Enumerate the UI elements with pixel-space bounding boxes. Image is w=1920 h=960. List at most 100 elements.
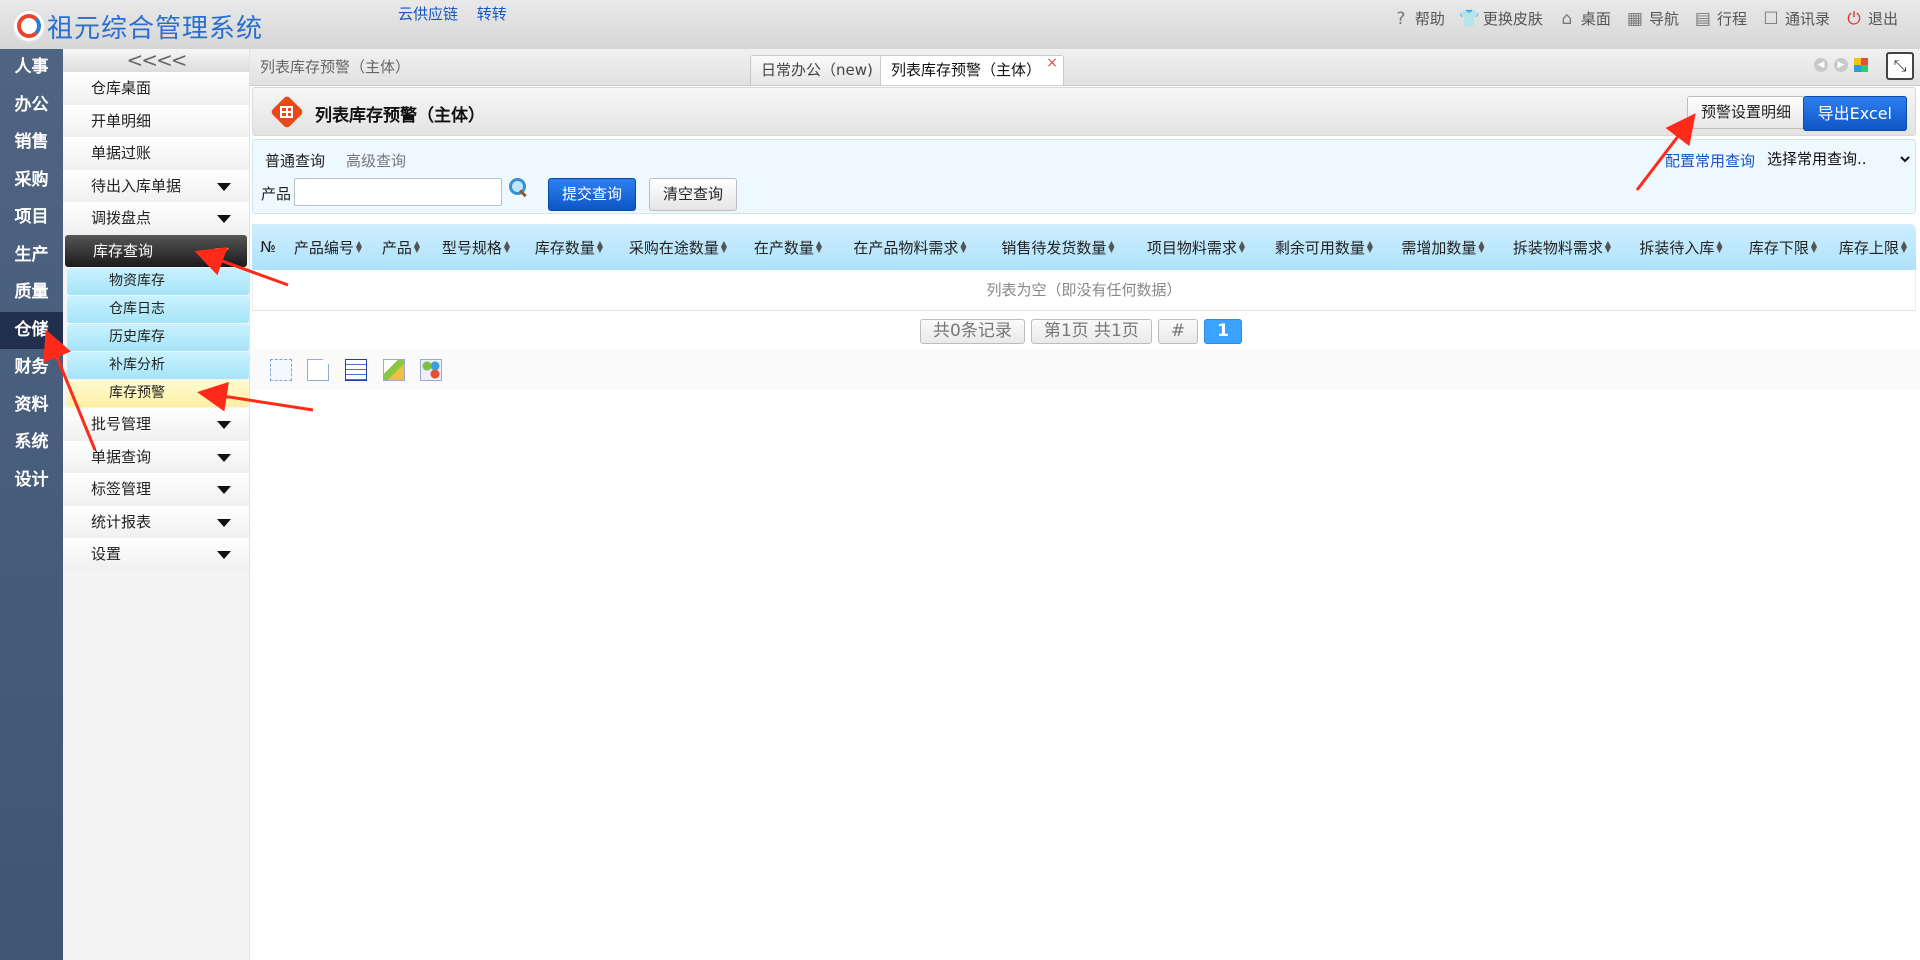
top-menu-nav[interactable]: ▦ 导航 [1625,8,1679,29]
menu-item-order-details[interactable]: 开单明细 [63,104,249,137]
tab-list-icon[interactable] [1854,58,1868,72]
export-excel-button[interactable]: 导出Excel [1802,96,1907,131]
menu-item-label: 设置 [91,545,122,563]
column-header[interactable]: 型号规格 ▲ ▼ [430,237,522,258]
column-header[interactable]: 产品 ▲ ▼ [372,237,430,258]
top-links: 云供应链 转转 [398,3,521,24]
category-system[interactable]: 系统 [0,424,63,462]
power-icon: ⏻ [1847,8,1861,29]
puzzle-icon[interactable] [420,359,442,381]
menu-item-pending-io[interactable]: 待出入库单据 [63,169,249,202]
menu-group-stock-query[interactable]: 库存查询 [65,234,247,267]
column-header[interactable]: 剩余可用数量 ▲ ▼ [1260,237,1388,258]
column-header[interactable]: № [252,238,284,256]
sort-icon: ▲ ▼ [1478,239,1485,254]
tab-daily-office[interactable]: 日常办公（new) [750,55,884,85]
calendar-grid-icon[interactable] [345,359,367,381]
menu-item-batch[interactable]: 批号管理 [63,408,249,441]
submenu-item-stock-alert[interactable]: 库存预警 [67,380,249,407]
chevron-down-icon [217,453,231,462]
top-menu-logout[interactable]: ⏻ 退出 [1844,8,1898,29]
top-menu-skin[interactable]: 👕 更换皮肤 [1459,8,1543,29]
close-icon[interactable]: × [1046,49,1058,78]
category-purchase[interactable]: 采购 [0,162,63,200]
column-header[interactable]: 产品编号 ▲ ▼ [284,237,372,258]
chevron-down-icon [215,247,229,256]
config-common-query-link[interactable]: 配置常用查询 [1665,150,1755,171]
pager-records: 共0条记录 [920,319,1025,344]
column-header-label: № [260,238,276,256]
menu-item-label: 调拨盘点 [91,209,152,227]
submenu-item-replenish-analysis[interactable]: 补库分析 [67,352,249,379]
clear-query-button[interactable]: 清空查询 [649,178,738,211]
pager-jump-button[interactable]: # [1157,319,1199,344]
fullscreen-icon[interactable]: ⤡ [1886,52,1914,80]
column-header[interactable]: 采购在途数量 ▲ ▼ [616,237,740,258]
column-header[interactable]: 拆装物料需求 ▲ ▼ [1498,237,1626,258]
common-query-select[interactable]: 选择常用查询.. [1763,146,1913,172]
category-design[interactable]: 设计 [0,462,63,500]
menu-item-labels[interactable]: 标签管理 [63,473,249,506]
submenu-item-history-stock[interactable]: 历史库存 [67,324,249,351]
menu-item-reports[interactable]: 统计报表 [63,505,249,538]
column-header[interactable]: 库存上限 ▲ ▼ [1830,237,1916,258]
category-project[interactable]: 项目 [0,199,63,237]
collapse-menu-button[interactable]: <<<< [63,49,249,72]
top-menu-desktop[interactable]: ⌂ 桌面 [1557,8,1611,29]
tab-stock-alert[interactable]: 列表库存预警（主体） × [880,55,1065,85]
chevron-down-icon [217,486,231,494]
category-data[interactable]: 资料 [0,387,63,425]
top-menu-schedule[interactable]: ▤ 行程 [1693,8,1747,29]
top-menu-label: 导航 [1648,10,1679,28]
product-input[interactable] [294,178,502,206]
top-menu-help[interactable]: ? 帮助 [1391,8,1445,29]
column-header[interactable]: 项目物料需求 ▲ ▼ [1132,237,1260,258]
column-header[interactable]: 拆装待入库 ▲ ▼ [1626,237,1736,258]
column-header[interactable]: 库存下限 ▲ ▼ [1736,237,1830,258]
category-office[interactable]: 办公 [0,87,63,125]
column-header[interactable]: 需增加数量 ▲ ▼ [1388,237,1498,258]
help-icon: ? [1396,8,1406,29]
category-sidebar: 人事 办公 销售 采购 项目 生产 质量 仓储 财务 资料 系统 设计 [0,49,63,960]
tab-advanced-query[interactable]: 高级查询 [346,150,406,171]
top-menu-label: 更换皮肤 [1482,10,1543,28]
top-link-zhuanzhuan[interactable]: 转转 [477,5,507,23]
column-header[interactable]: 在产数量 ▲ ▼ [740,237,836,258]
menu-item-label: 批号管理 [91,415,152,433]
category-quality[interactable]: 质量 [0,274,63,312]
sort-icon: ▲ ▼ [1810,239,1818,254]
menu-item-warehouse-desktop[interactable]: 仓库桌面 [63,72,249,105]
submenu-item-warehouse-log[interactable]: 仓库日志 [67,296,249,323]
category-hr[interactable]: 人事 [0,49,63,87]
document-icon[interactable] [307,359,329,381]
pager-page-1[interactable]: 1 [1204,319,1242,344]
top-link-supply-chain[interactable]: 云供应链 [398,5,458,23]
category-sales[interactable]: 销售 [0,124,63,162]
edit-pencil-icon[interactable] [383,359,405,381]
search-icon[interactable] [508,177,530,199]
arrow-right-icon[interactable]: ▶ [1834,58,1848,72]
category-finance[interactable]: 财务 [0,349,63,387]
menu-item-transfer-count[interactable]: 调拨盘点 [63,202,249,235]
select-area-icon[interactable] [270,359,292,381]
stock-alert-table: № 产品编号 ▲ ▼ 产品 ▲ ▼ 型号规格 ▲ ▼ 库存数量 ▲ ▼ 采购在途数量 ▲ ▼ 在产数量 ▲ ▼ 在产品… [252,224,1916,311]
category-warehouse[interactable]: 仓储 [0,311,63,349]
category-production[interactable]: 生产 [0,237,63,275]
column-header-label: 库存下限 [1748,238,1809,257]
menu-item-label: 库存查询 [93,241,154,260]
tab-normal-query[interactable]: 普通查询 [265,150,325,171]
menu-item-settings[interactable]: 设置 [63,538,249,571]
top-menu-label: 行程 [1716,10,1747,28]
sort-icon: ▲ ▼ [815,239,823,254]
submit-query-button[interactable]: 提交查询 [548,178,637,211]
column-header[interactable]: 销售待发货数量 ▲ ▼ [984,237,1132,258]
column-header[interactable]: 在产品物料需求 ▲ ▼ [836,237,984,258]
submenu-item-material-stock[interactable]: 物资库存 [67,268,249,295]
menu-item-posting[interactable]: 单据过账 [63,137,249,170]
empty-row: 列表为空（即没有任何数据） [252,270,1916,311]
top-menu-contacts[interactable]: ☐ 通讯录 [1761,8,1830,29]
arrow-left-icon[interactable]: ◀ [1814,58,1828,72]
column-header[interactable]: 库存数量 ▲ ▼ [522,237,616,258]
alert-settings-button[interactable]: 预警设置明细 [1686,96,1805,129]
menu-item-doc-query[interactable]: 单据查询 [63,440,249,473]
